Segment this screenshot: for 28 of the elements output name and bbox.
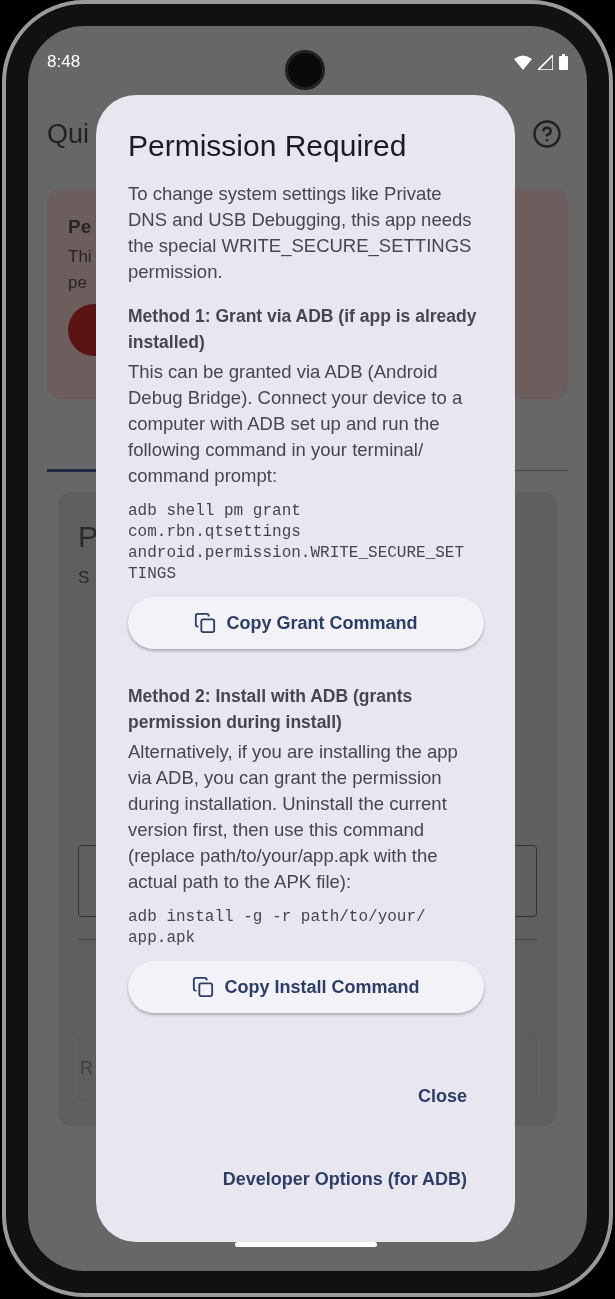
command-text: app.apk [128, 928, 197, 949]
screen-title: Qui [47, 117, 90, 151]
method-heading: Method 1: Grant via ADB (if app is already installed) [128, 305, 478, 354]
dialog-title: Permission Required [128, 128, 408, 164]
card-text: pe [68, 271, 87, 294]
battery-icon [559, 54, 568, 70]
signal-icon [538, 54, 553, 70]
command-text: adb install -g -r path/to/your/ [128, 907, 427, 928]
dialog-action[interactable]: Developer Options (for ADB) [222, 1166, 467, 1193]
card-text: Thi [68, 245, 92, 268]
copy-icon [194, 612, 217, 634]
method-text: Alternatively, if you are installing the app via ADB, you can grant the permission during installation. Uninstall the current version first, then use this command (replace path/to/your/app.apk with the actual path to the APK file): [128, 740, 459, 894]
command-text: TINGS [128, 564, 177, 585]
copy-button[interactable]: Copy Install Command [128, 961, 484, 1013]
dialog-text: To change system settings like Private DNS and USB Debugging, this app needs the special WRITE_SECURE_SETTINGS permission. [128, 182, 473, 284]
method-text: This can be granted via ADB (Android Debug Bridge). Connect your device to a computer with ADB set up and run the following command in your terminal/ command prompt: [128, 360, 464, 488]
status-time: 8:48 [47, 51, 81, 74]
copy-button[interactable]: Copy Grant Command [128, 597, 484, 649]
camera-icon [285, 50, 325, 90]
copy-icon [192, 976, 215, 998]
dialog-action[interactable]: Close [417, 1083, 467, 1110]
command-text: android.permission.WRITE_SECURE_SET [128, 543, 466, 564]
wifi-icon [514, 54, 532, 70]
command-text: com.rbn.qtsettings [128, 522, 302, 543]
help-icon[interactable] [532, 119, 562, 149]
method-heading: Method 2: Install with ADB (grants permission during install) [128, 685, 414, 734]
command-text: adb shell pm grant [128, 501, 302, 522]
card-title: Pe [68, 215, 92, 239]
